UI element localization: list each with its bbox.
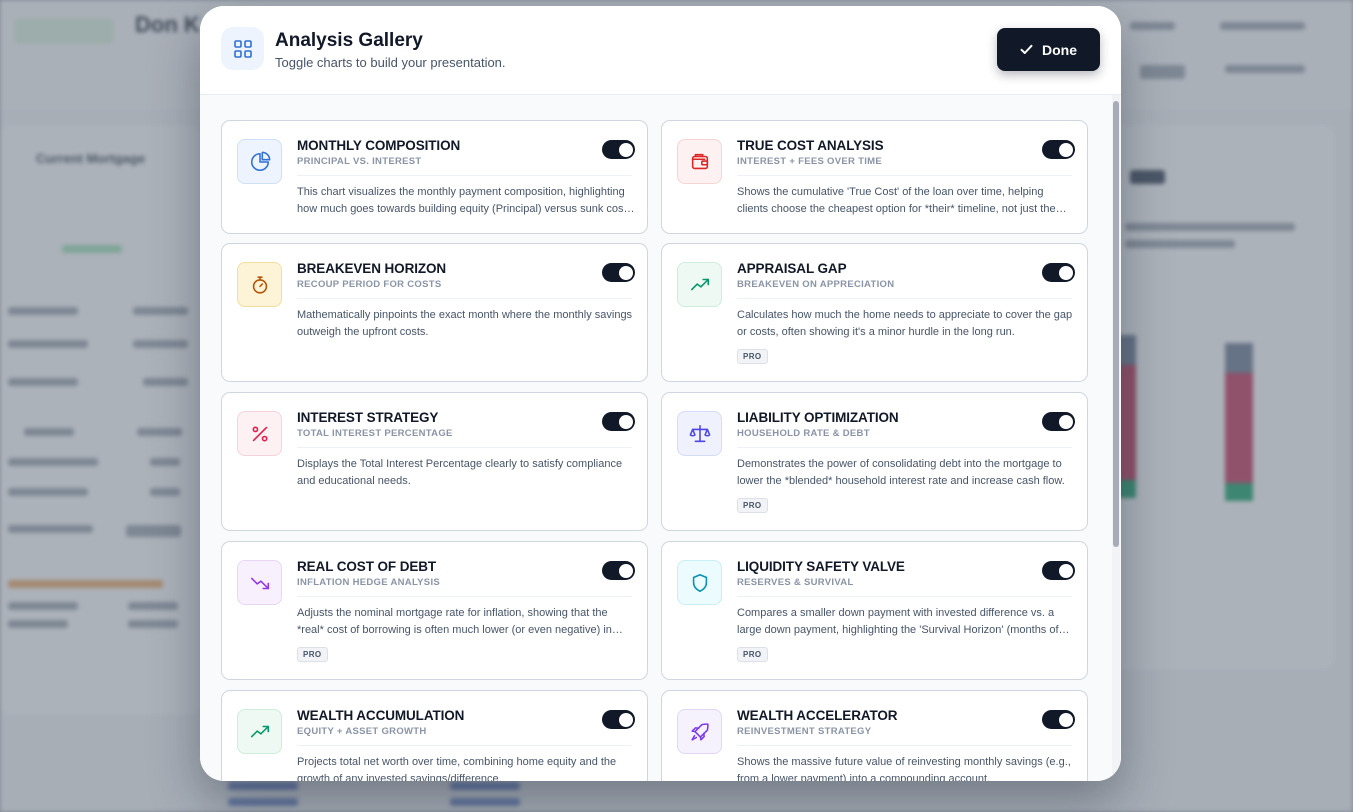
card-subtitle: RESERVES & SURVIVAL [737,577,854,588]
pro-badge: PRO [737,647,768,662]
analysis-gallery-modal: Analysis Gallery Toggle charts to build … [200,6,1121,781]
scale-icon [677,411,722,456]
card-description: Compares a smaller down payment with inv… [737,607,1059,636]
grid-icon [221,27,264,70]
card-subtitle: BREAKEVEN ON APPRECIATION [737,279,895,290]
check-icon [1020,44,1033,54]
analysis-card[interactable]: INTEREST STRATEGY TOTAL INTEREST PERCENTA… [221,392,648,531]
card-subtitle: EQUITY + ASSET GROWTH [297,726,427,737]
timer-icon [237,262,282,307]
card-divider [297,175,632,176]
card-description: Demonstrates the power of consolidating … [737,458,1065,487]
toggle-knob [1058,414,1073,429]
card-subtitle: REINVESTMENT STRATEGY [737,726,872,737]
card-subtitle: TOTAL INTEREST PERCENTAGE [297,428,453,439]
card-divider [297,447,632,448]
analysis-card[interactable]: MONTHLY COMPOSITION PRINCIPAL VS. INTERES… [221,120,648,234]
card-subtitle: HOUSEHOLD RATE & DEBT [737,428,870,439]
card-description: Adjusts the nominal mortgage rate for in… [297,607,612,636]
trending-down-icon [237,560,282,605]
card-toggle[interactable] [1042,561,1075,580]
card-title: LIABILITY OPTIMIZATION [737,410,899,425]
analysis-card[interactable]: LIABILITY OPTIMIZATION HOUSEHOLD RATE & D… [661,392,1088,531]
card-subtitle: RECOUP PERIOD FOR COSTS [297,279,442,290]
card-title: BREAKEVEN HORIZON [297,261,447,276]
card-toggle[interactable] [602,710,635,729]
done-button[interactable]: Done [997,28,1100,71]
toggle-knob [618,265,633,280]
toggle-knob [1058,563,1073,578]
card-description: Displays the Total Interest Percentage c… [297,458,623,487]
toggle-knob [1058,265,1073,280]
card-divider [737,745,1072,746]
card-toggle[interactable] [1042,140,1075,159]
toggle-knob [618,142,633,157]
card-toggle[interactable] [1042,412,1075,431]
card-title: TRUE COST ANALYSIS [737,138,884,153]
toggle-knob [1058,712,1073,727]
card-toggle[interactable] [602,412,635,431]
analysis-card[interactable]: REAL COST OF DEBT INFLATION HEDGE ANALYSI… [221,541,648,680]
card-title: MONTHLY COMPOSITION [297,138,461,153]
card-divider [297,745,632,746]
card-title: WEALTH ACCUMULATION [297,708,465,723]
pie-chart-icon [237,139,282,184]
card-title: WEALTH ACCELERATOR [737,708,898,723]
card-toggle[interactable] [1042,263,1075,282]
card-subtitle: PRINCIPAL VS. INTEREST [297,156,422,167]
card-description: Projects total net worth over time, comb… [297,756,617,781]
toggle-knob [618,563,633,578]
modal-title: Analysis Gallery [275,30,423,51]
card-divider [737,298,1072,299]
card-description: Mathematically pinpoints the exact month… [297,309,633,338]
card-title: APPRAISAL GAP [737,261,847,276]
analysis-card[interactable]: APPRAISAL GAP BREAKEVEN ON APPRECIATION Ca… [661,243,1088,382]
card-description: Shows the cumulative 'True Cost' of the … [737,186,1056,215]
card-title: REAL COST OF DEBT [297,559,437,574]
card-divider [737,175,1072,176]
modal-subtitle: Toggle charts to build your presentation… [275,55,506,70]
card-subtitle: INFLATION HEDGE ANALYSIS [297,577,441,588]
modal-header: Analysis Gallery Toggle charts to build … [200,6,1121,95]
done-button-label: Done [1042,41,1077,58]
card-description: Shows the massive future value of reinve… [737,756,1071,781]
card-subtitle: INTEREST + FEES OVER TIME [737,156,883,167]
analysis-card[interactable]: LIQUIDITY SAFETY VALVE RESERVES & SURVIVA… [661,541,1088,680]
scrollbar-thumb[interactable] [1113,101,1119,547]
card-toggle[interactable] [602,263,635,282]
shield-icon [677,560,722,605]
card-description: Calculates how much the home needs to ap… [737,309,1073,338]
card-divider [297,596,632,597]
trending-up-icon [237,709,282,754]
card-title: INTEREST STRATEGY [297,410,439,425]
analysis-card[interactable]: WEALTH ACCELERATOR REINVESTMENT STRATEGY S… [661,690,1088,781]
analysis-card[interactable]: TRUE COST ANALYSIS INTEREST + FEES OVER T… [661,120,1088,234]
card-toggle[interactable] [602,140,635,159]
card-divider [737,447,1072,448]
card-toggle[interactable] [1042,710,1075,729]
toggle-knob [618,414,633,429]
card-divider [297,298,632,299]
wallet-icon [677,139,722,184]
card-description: This chart visualizes the monthly paymen… [297,186,633,215]
card-toggle[interactable] [602,561,635,580]
card-title: LIQUIDITY SAFETY VALVE [737,559,905,574]
pro-badge: PRO [737,498,768,513]
gallery-list[interactable]: MONTHLY COMPOSITION PRINCIPAL VS. INTERES… [200,95,1121,781]
rocket-icon [677,709,722,754]
toggle-knob [618,712,633,727]
trending-up-icon [677,262,722,307]
percent-icon [237,411,282,456]
toggle-knob [1058,142,1073,157]
pro-badge: PRO [737,349,768,364]
pro-badge: PRO [297,647,328,662]
analysis-card[interactable]: WEALTH ACCUMULATION EQUITY + ASSET GROWTH… [221,690,648,781]
card-divider [737,596,1072,597]
analysis-card[interactable]: BREAKEVEN HORIZON RECOUP PERIOD FOR COSTS… [221,243,648,382]
